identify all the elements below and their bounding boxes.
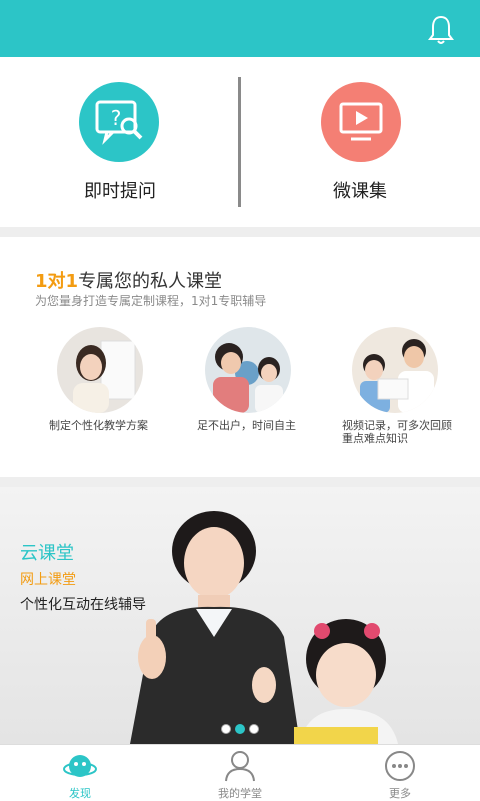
student-photo xyxy=(352,327,438,413)
bottom-tab-bar: 发现 我的学堂 更多 xyxy=(0,744,480,801)
tab-more-label: 更多 xyxy=(389,787,411,800)
svg-text:?: ? xyxy=(111,106,122,130)
user-icon xyxy=(225,751,255,782)
title-highlight: 1对1 xyxy=(35,271,79,292)
bell-icon[interactable] xyxy=(428,14,454,46)
feature-caption: 制定个性化教学方案 xyxy=(49,419,148,432)
video-screen-icon xyxy=(321,82,401,162)
student-photo xyxy=(205,327,291,413)
carousel-dot[interactable] xyxy=(235,724,245,734)
feature-caption: 视频记录，可多次回顾重点难点知识 xyxy=(342,419,452,445)
banner-illustration xyxy=(130,511,398,744)
tab-discover-label: 发现 xyxy=(69,787,91,800)
banner-subtitle: 网上课堂 xyxy=(20,572,76,588)
tab-more[interactable]: 更多 xyxy=(320,745,480,801)
promo-banner[interactable]: 云课堂 网上课堂 个性化互动在线辅导 xyxy=(0,487,480,744)
banner-tagline: 个性化互动在线辅导 xyxy=(20,597,146,613)
more-dots-icon xyxy=(385,751,415,781)
instant-question-button[interactable]: ? 即时提问 xyxy=(0,57,240,227)
feature-caption: 足不出户，时间自主 xyxy=(197,419,296,432)
tab-my-school[interactable]: 我的学堂 xyxy=(160,745,320,801)
banner-title: 云课堂 xyxy=(20,543,74,564)
title-rest: 专属您的私人课堂 xyxy=(78,271,223,292)
carousel-indicator xyxy=(221,719,263,738)
one-to-one-subtitle: 为您量身打造专属定制课程，1对1专职辅导 xyxy=(35,294,267,308)
carousel-dot[interactable] xyxy=(221,724,231,734)
student-photo xyxy=(57,327,143,413)
micro-course-label: 微课集 xyxy=(333,181,387,202)
micro-course-button[interactable]: 微课集 xyxy=(240,57,480,227)
one-to-one-section[interactable]: 1对1专属您的私人课堂 为您量身打造专属定制课程，1对1专职辅导 制定个性化教学… xyxy=(0,237,480,477)
one-to-one-title: 1对1专属您的私人课堂 xyxy=(35,267,222,293)
quick-actions: ? 即时提问 微课集 xyxy=(0,57,480,227)
tab-discover[interactable]: 发现 xyxy=(0,745,160,801)
instant-question-label: 即时提问 xyxy=(84,181,156,202)
question-screen-icon: ? xyxy=(79,82,159,162)
top-bar xyxy=(0,0,480,57)
planet-icon xyxy=(63,755,97,777)
carousel-dot[interactable] xyxy=(249,724,259,734)
tab-my-school-label: 我的学堂 xyxy=(218,787,262,800)
